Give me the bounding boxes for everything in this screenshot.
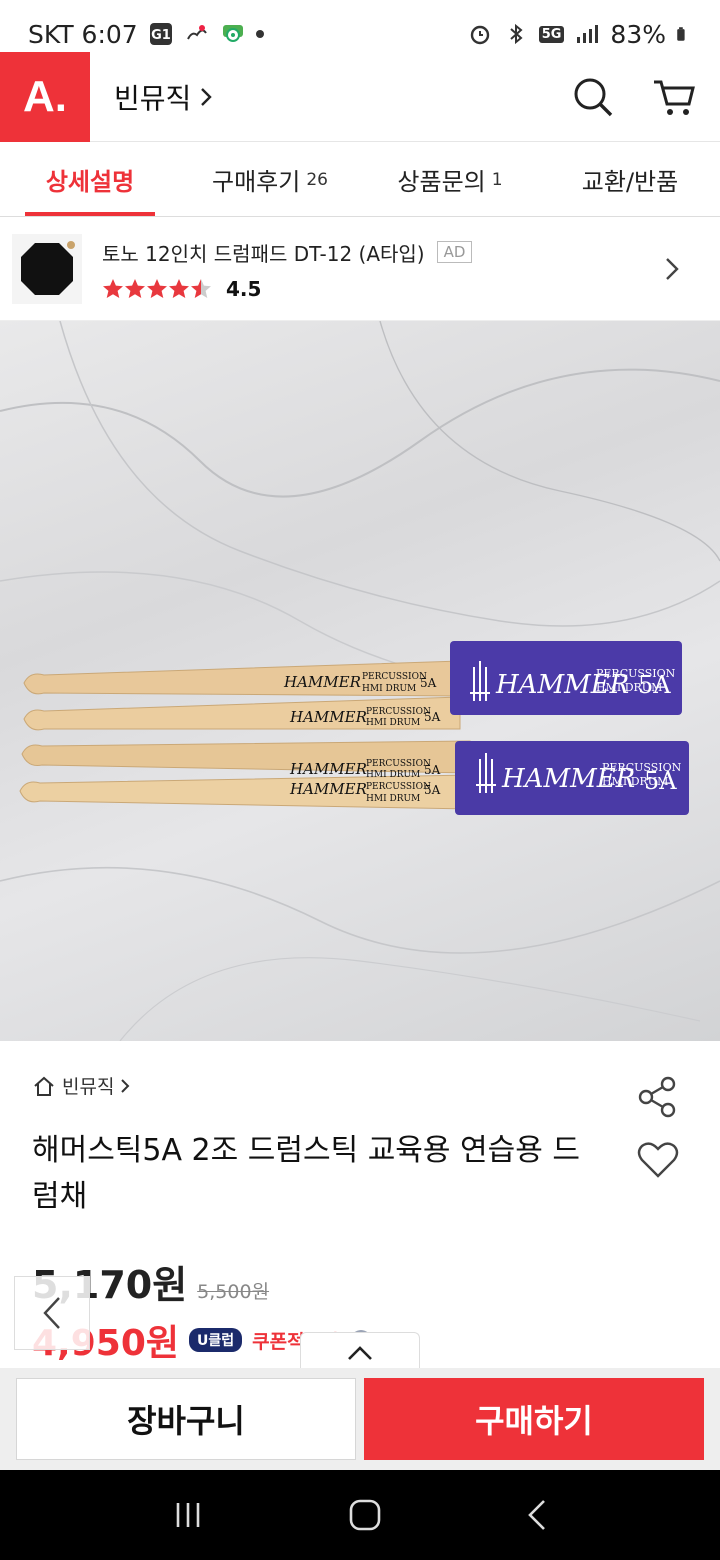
svg-text:HAMMER: HAMMER bbox=[289, 708, 367, 726]
cart-icon[interactable] bbox=[652, 76, 696, 118]
chevron-right-icon bbox=[121, 1078, 130, 1093]
drumsticks-photo: HAMMER PERCUSSION HMI DRUM 5A HAMMER PER… bbox=[0, 321, 720, 1041]
inquiry-count: 1 bbox=[491, 169, 503, 190]
ad-badge: AD bbox=[436, 241, 473, 263]
svg-text:5A: 5A bbox=[420, 676, 437, 690]
add-to-cart-button[interactable]: 장바구니 bbox=[16, 1378, 356, 1460]
svg-text:PERCUSSION: PERCUSSION bbox=[362, 672, 427, 682]
drum-pad-image bbox=[21, 241, 75, 295]
purchase-bar: 장바구니 구매하기 bbox=[0, 1368, 720, 1470]
chevron-right-icon bbox=[201, 87, 212, 106]
buy-now-button[interactable]: 구매하기 bbox=[364, 1378, 704, 1460]
svg-text:HMI DRUM: HMI DRUM bbox=[362, 684, 416, 694]
svg-text:HAMMER: HAMMER bbox=[283, 673, 361, 691]
carrier-time: SKT 6:07 bbox=[28, 19, 138, 49]
svg-text:HMI DRUM: HMI DRUM bbox=[366, 794, 420, 804]
svg-text:HMI DRUM: HMI DRUM bbox=[366, 770, 420, 780]
bluetooth-icon bbox=[510, 23, 523, 45]
store-name: 빈뮤직 bbox=[114, 81, 192, 115]
svg-text:5A: 5A bbox=[638, 671, 671, 699]
previous-button[interactable] bbox=[14, 1276, 90, 1350]
product-title: 해머스틱5A 2조 드럼스틱 교육용 연습용 드럼채 bbox=[32, 1133, 580, 1214]
expand-purchase-panel-button[interactable] bbox=[300, 1332, 420, 1372]
detail-tabs: 상세설명 구매후기 26 상품문의 1 교환/반품 bbox=[0, 143, 720, 217]
review-count: 26 bbox=[306, 169, 328, 190]
original-price: 5,500원 bbox=[197, 1281, 270, 1303]
svg-text:5A: 5A bbox=[424, 783, 441, 797]
svg-text:5A: 5A bbox=[424, 763, 441, 777]
home-button-icon[interactable] bbox=[348, 1498, 382, 1532]
recent-apps-icon[interactable] bbox=[172, 1499, 204, 1531]
svg-text:G1: G1 bbox=[151, 28, 171, 43]
svg-text:5A: 5A bbox=[424, 710, 441, 724]
network-5g-icon: 5G bbox=[538, 25, 565, 43]
battery-icon bbox=[677, 27, 685, 41]
store-link[interactable]: 빈뮤직 bbox=[114, 77, 213, 117]
tab-reviews[interactable]: 구매후기 26 bbox=[180, 143, 360, 216]
signal-icon bbox=[577, 25, 599, 43]
ad-rating: 4.5 bbox=[102, 277, 472, 301]
svg-text:HMI DRUM: HMI DRUM bbox=[366, 718, 420, 728]
weather-icon bbox=[186, 25, 207, 40]
search-icon[interactable] bbox=[572, 76, 614, 118]
ad-thumbnail bbox=[12, 234, 82, 304]
maps-icon bbox=[222, 25, 243, 42]
system-nav-bar bbox=[0, 1470, 720, 1560]
svg-text:PERCUSSION: PERCUSSION bbox=[366, 707, 431, 717]
chevron-right-icon bbox=[666, 258, 679, 280]
battery-percent: 83% bbox=[610, 19, 666, 49]
svg-text:HAMMER: HAMMER bbox=[289, 780, 367, 798]
svg-text:PERCUSSION: PERCUSSION bbox=[366, 782, 431, 792]
breadcrumb-store: 빈뮤직 bbox=[62, 1076, 115, 1098]
tab-details[interactable]: 상세설명 bbox=[0, 143, 180, 216]
tab-exchange-return[interactable]: 교환/반품 bbox=[540, 143, 720, 216]
svg-text:HAMMER: HAMMER bbox=[289, 760, 367, 778]
g1-icon: G1 bbox=[149, 23, 172, 45]
back-icon[interactable] bbox=[526, 1498, 548, 1532]
share-icon[interactable] bbox=[636, 1076, 680, 1118]
svg-text:5A: 5A bbox=[644, 767, 677, 795]
home-icon bbox=[34, 1076, 54, 1096]
app-logo[interactable]: A. bbox=[0, 51, 90, 142]
breadcrumb[interactable]: 빈뮤직 bbox=[32, 1072, 130, 1099]
product-image[interactable]: HAMMER PERCUSSION HMI DRUM 5A HAMMER PER… bbox=[0, 321, 720, 1041]
ad-title: 토노 12인치 드럼패드 DT-12 (A타입) bbox=[102, 241, 425, 266]
svg-text:PERCUSSION: PERCUSSION bbox=[366, 759, 431, 769]
page: SKT 6:07 G1 5G 83% A. 빈뮤직 상세설명 구매후기 26 상… bbox=[0, 0, 720, 1560]
chevron-left-icon bbox=[43, 1297, 60, 1329]
star-rating-icon bbox=[103, 278, 211, 298]
uclub-badge: U클럽 bbox=[189, 1328, 243, 1352]
heart-icon[interactable] bbox=[636, 1140, 680, 1180]
app-header: A. 빈뮤직 bbox=[0, 51, 720, 142]
ad-banner[interactable]: 토노 12인치 드럼패드 DT-12 (A타입) AD 4.5 bbox=[0, 218, 720, 321]
alarm-icon bbox=[470, 25, 489, 45]
notification-dot bbox=[255, 30, 264, 38]
ad-rating-score: 4.5 bbox=[226, 276, 262, 301]
stick-sleeves: HAMMER PERCUSSION HMI DRUM 5A HAMMER PER… bbox=[450, 641, 689, 815]
chevron-up-icon bbox=[348, 1345, 372, 1360]
tab-inquiries[interactable]: 상품문의 1 bbox=[360, 143, 540, 216]
